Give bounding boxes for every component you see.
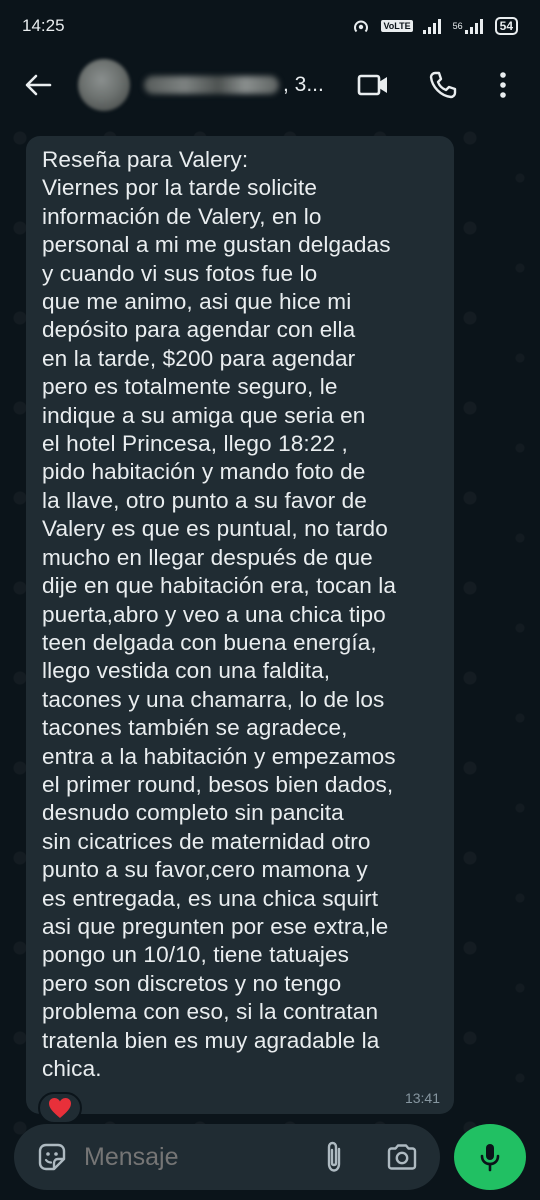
network-label: 56 — [452, 21, 463, 31]
hotspot-icon — [354, 20, 369, 33]
message-input-bar — [14, 1124, 440, 1190]
chat-header: , 3... — [0, 52, 540, 118]
video-call-icon — [357, 74, 387, 96]
sticker-icon — [38, 1143, 66, 1171]
back-button[interactable] — [18, 65, 58, 105]
attach-button[interactable] — [314, 1137, 354, 1177]
signal-icon-2 — [464, 19, 483, 34]
voice-call-button[interactable] — [416, 58, 470, 112]
camera-button[interactable] — [382, 1137, 422, 1177]
message-time: 13:41 — [404, 1090, 440, 1106]
paperclip-icon — [327, 1141, 341, 1172]
status-time: 14:25 — [22, 16, 65, 35]
message-input[interactable] — [84, 1142, 284, 1172]
phone-icon — [429, 71, 457, 99]
message-text: Reseña para Valery: Viernes por la tarde… — [42, 147, 397, 1081]
status-icons: VoLTE 56 54 — [351, 17, 518, 35]
battery-icon: 54 — [494, 17, 518, 35]
status-bar: 14:25 VoLTE 56 54 — [0, 0, 540, 52]
more-options-button[interactable] — [476, 58, 530, 112]
volte-badge: VoLTE — [381, 20, 413, 32]
header-actions — [346, 58, 540, 112]
back-arrow-icon — [25, 74, 52, 96]
microphone-icon — [480, 1144, 500, 1172]
voice-message-button[interactable] — [454, 1124, 526, 1190]
message-bubble[interactable]: Reseña para Valery: Viernes por la tarde… — [26, 136, 454, 1114]
chat-area[interactable]: Reseña para Valery: Viernes por la tarde… — [0, 118, 540, 1200]
contact-name-text: , 3... — [283, 73, 324, 96]
signal-icon — [422, 19, 441, 34]
camera-icon — [387, 1144, 417, 1170]
avatar[interactable] — [78, 59, 130, 111]
heart-icon — [49, 1098, 71, 1118]
blurred-name — [144, 76, 279, 94]
more-options-icon — [500, 72, 506, 98]
message-reaction[interactable]: ❤ — [38, 1092, 82, 1124]
video-call-button[interactable] — [346, 58, 400, 112]
contact-name[interactable]: , 3... — [144, 73, 324, 97]
sticker-button[interactable] — [32, 1137, 72, 1177]
